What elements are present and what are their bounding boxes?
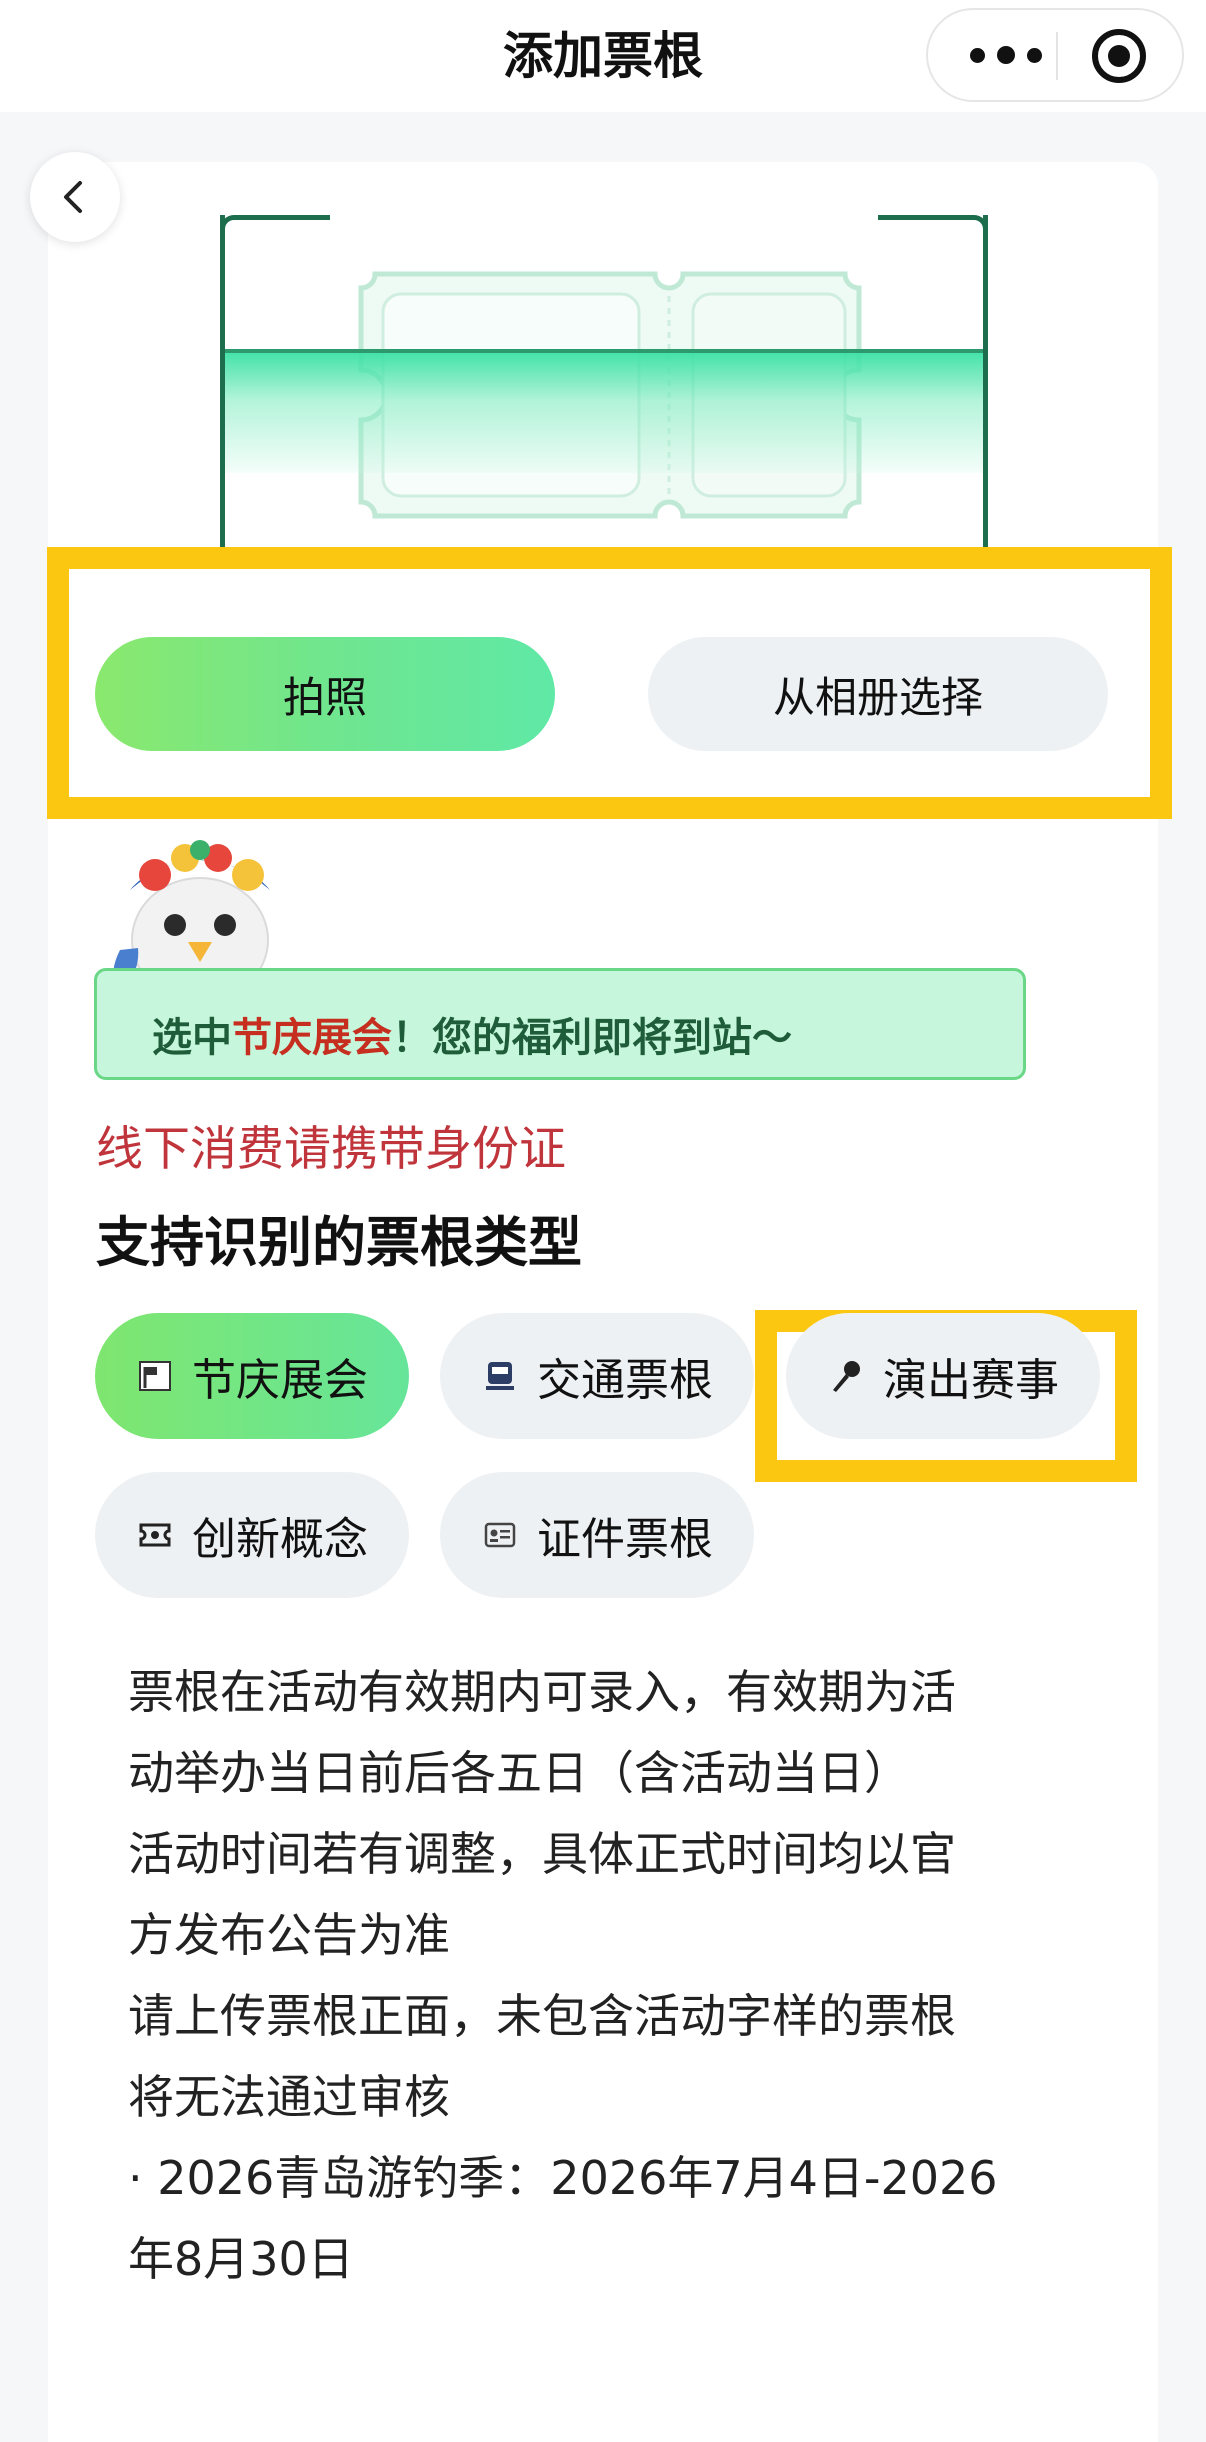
category-chip-innovation[interactable]: 创新概念 (95, 1472, 409, 1598)
category-chip-transport[interactable]: 交通票根 (440, 1313, 754, 1439)
description-line: 方发布公告为准 (128, 1908, 450, 1962)
ticket-scanner-illustration (220, 215, 988, 550)
seagull-mascot-icon (113, 840, 270, 990)
category-label: 节庆展会 (192, 1355, 368, 1406)
scan-frame-corner (878, 215, 988, 285)
description-line: 活动时间若有调整，具体正式时间均以官 (128, 1827, 956, 1881)
section-title: 支持识别的票根类型 (96, 1211, 582, 1274)
more-dots-icon[interactable] (958, 10, 1054, 100)
banner-highlight: 节庆展会 (232, 1015, 392, 1061)
description-line: · 2026青岛游钓季：2026年7月4日-2026 (128, 2151, 998, 2205)
scan-band (225, 353, 983, 473)
category-label: 演出赛事 (883, 1355, 1059, 1406)
take-photo-button[interactable]: 拍照 (95, 637, 555, 751)
festival-flag-icon (136, 1357, 174, 1395)
train-icon (481, 1357, 519, 1395)
id-card-notice: 线下消费请携带身份证 (96, 1122, 566, 1177)
scan-frame-corner (220, 215, 330, 285)
rules-description: 票根在活动有效期内可录入，有效期为活 动举办当日前后各五日（含活动当日） 活动时… (128, 1652, 1088, 2300)
back-button[interactable] (30, 152, 120, 242)
id-card-icon (481, 1516, 519, 1554)
category-chip-id[interactable]: 证件票根 (440, 1472, 754, 1598)
scan-line (225, 349, 983, 353)
banner-prefix: 选中 (152, 1015, 232, 1061)
mini-program-capsule (926, 8, 1184, 102)
promo-banner: 选中节庆展会！您的福利即将到站～ (94, 968, 1026, 1080)
category-chip-performance[interactable]: 演出赛事 (786, 1313, 1100, 1439)
description-line: 票根在活动有效期内可录入，有效期为活 (128, 1665, 956, 1719)
choose-from-album-button[interactable]: 从相册选择 (648, 637, 1108, 751)
scan-frame-edge (983, 215, 988, 550)
description-line: 动举办当日前后各五日（含活动当日） (128, 1746, 910, 1800)
banner-suffix: ！您的福利即将到站～ (392, 1015, 792, 1061)
scan-frame-edge (220, 215, 225, 550)
category-label: 证件票根 (537, 1514, 713, 1565)
capsule-divider (1056, 32, 1058, 80)
microphone-icon (827, 1357, 865, 1395)
category-label: 创新概念 (192, 1514, 368, 1565)
chevron-left-icon (64, 181, 82, 213)
category-label: 交通票根 (537, 1355, 713, 1406)
description-line: 年8月30日 (128, 2232, 354, 2286)
target-close-icon[interactable] (1092, 29, 1146, 83)
promo-banner-text: 选中节庆展会！您的福利即将到站～ (152, 1005, 792, 1063)
category-chip-festival[interactable]: 节庆展会 (95, 1313, 409, 1439)
description-line: 请上传票根正面，未包含活动字样的票根 (128, 1989, 956, 2043)
description-line: 将无法通过审核 (128, 2070, 450, 2124)
ticket-icon (136, 1516, 174, 1554)
navigation-bar: 添加票根 (0, 0, 1206, 112)
